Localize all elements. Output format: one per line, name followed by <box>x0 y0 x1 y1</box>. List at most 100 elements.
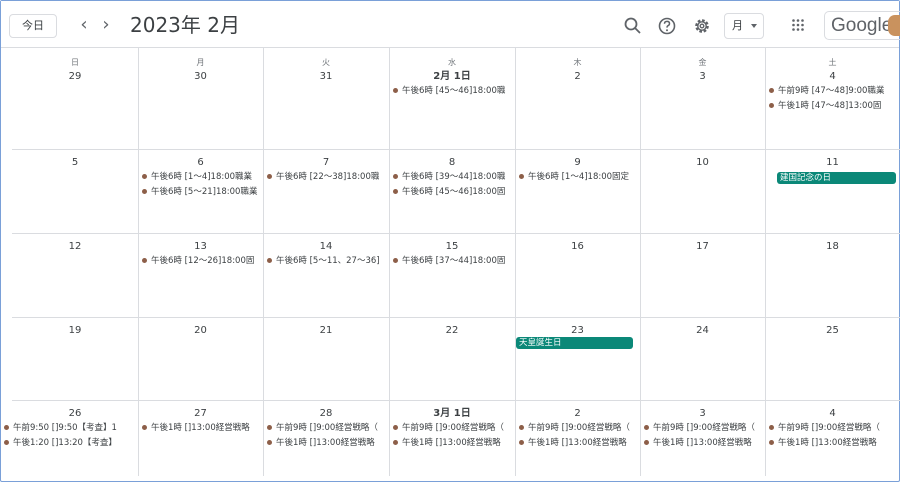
day-number[interactable]: 3月 1日 <box>389 407 515 420</box>
day-number[interactable]: 8 <box>389 156 515 169</box>
search-icon[interactable] <box>622 15 644 37</box>
holiday-event[interactable]: 建国記念の日 <box>777 172 896 184</box>
calendar-event[interactable]: 午前9時 []9:00経営戦略（ <box>644 421 763 435</box>
day-cell[interactable]: 18 <box>765 233 900 317</box>
day-cell[interactable]: 28 午前9時 []9:00経営戦略（ 午後1時 []13:00経営戦略 <box>263 400 389 476</box>
day-cell[interactable]: 4 午前9時 []9:00経営戦略（ 午後1時 []13:00経営戦略 <box>765 400 900 476</box>
day-cell[interactable]: 8 午後6時 [39〜44]18:00職 午後6時 [45〜46]18:00固 <box>389 149 515 233</box>
day-cell[interactable]: 22 <box>389 317 515 400</box>
day-number[interactable]: 20 <box>138 324 263 337</box>
calendar-event[interactable]: 午後1時 []13:00経営戦略 <box>519 436 638 450</box>
day-cell[interactable]: 14 午後6時 [5〜11、27〜36] <box>263 233 389 317</box>
day-cell[interactable]: 17 <box>640 233 765 317</box>
calendar-event[interactable]: 午後6時 [37〜44]18:00固 <box>393 254 513 268</box>
calendar-event[interactable]: 午後1時 [47〜48]13:00固 <box>769 99 900 113</box>
day-cell[interactable]: 5 <box>12 149 138 233</box>
day-number[interactable]: 9 <box>515 156 640 169</box>
day-cell[interactable]: 21 <box>263 317 389 400</box>
day-number[interactable]: 24 <box>640 324 765 337</box>
day-number[interactable]: 14 <box>263 240 389 253</box>
day-number[interactable]: 18 <box>765 240 900 253</box>
day-cell[interactable]: 23 天皇誕生日 <box>515 317 640 400</box>
day-cell[interactable]: 12 <box>12 233 138 317</box>
calendar-event[interactable]: 午後6時 [1〜4]18:00固定 <box>519 170 638 184</box>
calendar-event[interactable]: 午後6時 [45〜46]18:00固 <box>393 185 513 199</box>
day-number[interactable]: 17 <box>640 240 765 253</box>
day-cell[interactable]: 土 4 午前9時 [47〜48]9:00職業 午後1時 [47〜48]13:00固 <box>765 48 900 149</box>
day-cell[interactable]: 27 午後1時 []13:00経営戦略 <box>138 400 263 476</box>
day-number[interactable]: 3 <box>640 407 765 420</box>
help-icon[interactable] <box>656 15 678 37</box>
day-number[interactable]: 4 <box>765 70 900 83</box>
day-number[interactable]: 11 <box>765 156 900 169</box>
calendar-event[interactable]: 午後6時 [22〜38]18:00職 <box>267 170 387 184</box>
day-number[interactable]: 25 <box>765 324 900 337</box>
today-button[interactable]: 今日 <box>9 14 57 38</box>
day-number[interactable]: 16 <box>515 240 640 253</box>
calendar-event[interactable]: 午後1:20 []13:20【考査】 <box>4 436 136 450</box>
day-cell[interactable]: 25 <box>765 317 900 400</box>
view-selector[interactable]: 月 <box>724 13 764 39</box>
chevron-right-icon[interactable]: › <box>96 13 116 37</box>
day-number[interactable]: 5 <box>12 156 138 169</box>
day-number[interactable]: 2 <box>515 70 640 83</box>
holiday-event[interactable]: 天皇誕生日 <box>516 337 633 349</box>
chevron-left-icon[interactable]: ‹ <box>74 13 94 37</box>
day-number[interactable]: 2月 1日 <box>389 70 515 83</box>
day-number[interactable]: 21 <box>263 324 389 337</box>
calendar-event[interactable]: 午後6時 [5〜21]18:00職業 <box>142 185 261 199</box>
day-cell[interactable]: 19 <box>12 317 138 400</box>
day-cell[interactable]: 木2 <box>515 48 640 149</box>
day-cell[interactable]: 9 午後6時 [1〜4]18:00固定 <box>515 149 640 233</box>
calendar-event[interactable]: 午後6時 [39〜44]18:00職 <box>393 170 513 184</box>
day-cell[interactable]: 水 2月 1日 午後6時 [45〜46]18:00職 <box>389 48 515 149</box>
day-number[interactable]: 30 <box>138 70 263 83</box>
day-number[interactable]: 2 <box>515 407 640 420</box>
day-number[interactable]: 23 <box>515 324 640 337</box>
day-cell[interactable]: 月 30 <box>138 48 263 149</box>
calendar-event[interactable]: 午後1時 []13:00経営戦略 <box>769 436 900 450</box>
calendar-event[interactable]: 午前9時 []9:00経営戦略（ <box>267 421 387 435</box>
day-cell[interactable]: 10 <box>640 149 765 233</box>
gear-icon[interactable] <box>691 15 713 37</box>
day-cell[interactable]: 15 午後6時 [37〜44]18:00固 <box>389 233 515 317</box>
day-number[interactable]: 13 <box>138 240 263 253</box>
day-cell[interactable]: 3月 1日 午前9時 []9:00経営戦略（ 午後1時 []13:00経営戦略 <box>389 400 515 476</box>
day-number[interactable]: 4 <box>765 407 900 420</box>
day-cell[interactable]: 7 午後6時 [22〜38]18:00職 <box>263 149 389 233</box>
calendar-event[interactable]: 午後1時 []13:00経営戦略 <box>142 421 261 435</box>
day-number[interactable]: 10 <box>640 156 765 169</box>
day-cell[interactable]: 13 午後6時 [12〜26]18:00固 <box>138 233 263 317</box>
day-number[interactable]: 15 <box>389 240 515 253</box>
calendar-event[interactable]: 午前9時 [47〜48]9:00職業 <box>769 84 900 98</box>
day-cell[interactable]: 26 午前9:50 []9:50【考査】1 午後1:20 []13:20【考査】 <box>4 400 138 476</box>
day-cell[interactable]: 金3 <box>640 48 765 149</box>
calendar-event[interactable]: 午後1時 []13:00経営戦略 <box>267 436 387 450</box>
day-number[interactable]: 22 <box>389 324 515 337</box>
calendar-event[interactable]: 午後6時 [12〜26]18:00固 <box>142 254 261 268</box>
day-number[interactable]: 3 <box>640 70 765 83</box>
day-cell[interactable]: 日 29 <box>12 48 138 149</box>
day-number[interactable]: 7 <box>263 156 389 169</box>
day-number[interactable]: 28 <box>263 407 389 420</box>
day-number[interactable]: 26 <box>12 407 138 420</box>
calendar-event[interactable]: 午前9時 []9:00経営戦略（ <box>769 421 900 435</box>
day-cell[interactable]: 20 <box>138 317 263 400</box>
day-number[interactable]: 27 <box>138 407 263 420</box>
avatar[interactable] <box>888 15 900 36</box>
calendar-event[interactable]: 午後6時 [45〜46]18:00職 <box>393 84 513 98</box>
calendar-event[interactable]: 午後1時 []13:00経営戦略 <box>644 436 763 450</box>
day-cell[interactable]: 24 <box>640 317 765 400</box>
calendar-event[interactable]: 午前9:50 []9:50【考査】1 <box>4 421 136 435</box>
day-cell[interactable]: 火 31 <box>263 48 389 149</box>
day-cell[interactable]: 11 建国記念の日 <box>765 149 900 233</box>
day-cell[interactable]: 2 午前9時 []9:00経営戦略（ 午後1時 []13:00経営戦略 <box>515 400 640 476</box>
calendar-event[interactable]: 午後6時 [5〜11、27〜36] <box>267 254 387 268</box>
day-number[interactable]: 29 <box>12 70 138 83</box>
day-number[interactable]: 6 <box>138 156 263 169</box>
day-cell[interactable]: 16 <box>515 233 640 317</box>
calendar-event[interactable]: 午後6時 [1〜4]18:00職業 <box>142 170 261 184</box>
day-number[interactable]: 31 <box>263 70 389 83</box>
day-number[interactable]: 12 <box>12 240 138 253</box>
day-cell[interactable]: 6 午後6時 [1〜4]18:00職業 午後6時 [5〜21]18:00職業 <box>138 149 263 233</box>
